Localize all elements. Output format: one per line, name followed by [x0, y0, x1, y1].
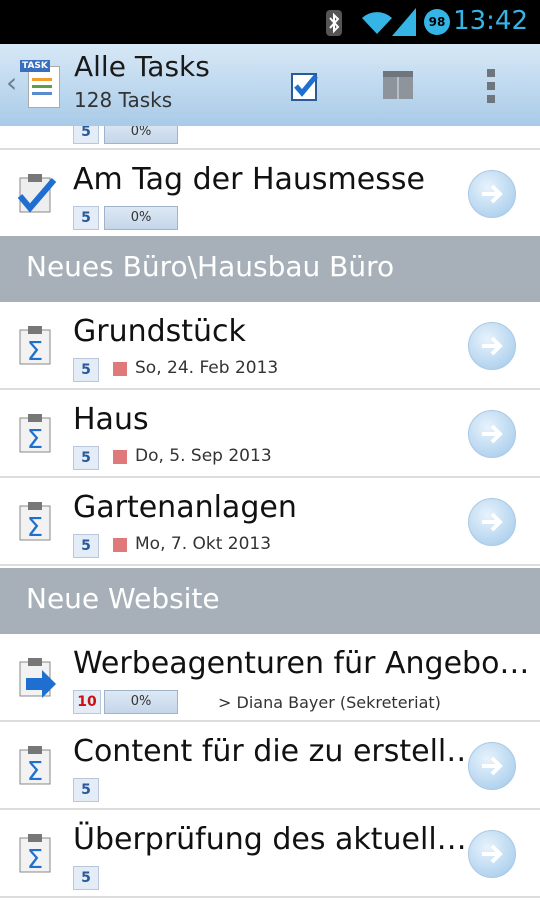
svg-text:Σ: Σ	[27, 845, 43, 875]
task-title: Werbeagenturen für Angebo…	[73, 646, 530, 681]
arrow-right-icon	[482, 336, 503, 356]
task-sum-icon: Σ	[19, 414, 51, 455]
priority-badge: 5	[73, 534, 99, 558]
arrow-right-icon	[482, 184, 503, 204]
svg-text:Σ: Σ	[27, 757, 43, 787]
open-task-button[interactable]	[468, 322, 516, 370]
task-title: Überprüfung des aktuell…	[73, 822, 467, 857]
app-logo: TASK	[20, 60, 62, 108]
action-bar: ‹ TASK Alle Tasks 128 Tasks	[0, 44, 540, 127]
list-item[interactable]: Σ Content für die zu erstell… 5	[0, 722, 540, 810]
svg-text:Σ: Σ	[27, 425, 43, 455]
arrow-right-icon	[482, 512, 503, 532]
assignee: > Diana Bayer (Sekreteriat)	[218, 693, 441, 712]
chevron-left-icon: ‹	[6, 66, 18, 99]
status-time: 13:42	[453, 6, 528, 36]
due-date: Do, 5. Sep 2013	[135, 446, 272, 466]
task-count: 128 Tasks	[74, 88, 173, 112]
priority-badge: 5	[73, 778, 99, 802]
task-sum-icon: Σ	[19, 834, 51, 875]
due-date: Mo, 7. Okt 2013	[135, 534, 272, 554]
task-sum-icon: Σ	[19, 502, 51, 543]
due-date: So, 24. Feb 2013	[135, 358, 279, 378]
back-button[interactable]: ‹ TASK	[0, 44, 70, 126]
progress-bar: 0%	[104, 126, 178, 144]
open-task-button[interactable]	[468, 170, 516, 218]
list-item[interactable]: Werbeagenturen für Angebo… 10 0% > Diana…	[0, 634, 540, 722]
task-list: 5 0% Am Tag der Hausmesse 5 0% Neues Bür…	[0, 126, 540, 900]
priority-badge: 5	[73, 206, 99, 230]
open-task-button[interactable]	[468, 498, 516, 546]
open-task-button[interactable]	[468, 742, 516, 790]
battery-icon: 98	[424, 9, 450, 35]
task-sum-icon: Σ	[19, 746, 51, 787]
completed-task-icon	[17, 174, 56, 213]
progress-bar: 0%	[104, 206, 178, 230]
priority-badge: 10	[73, 690, 101, 714]
wifi-icon	[362, 12, 392, 34]
more-vert-icon	[487, 69, 495, 103]
arrow-right-icon	[482, 424, 503, 444]
svg-text:Σ: Σ	[27, 337, 43, 367]
due-date-marker	[113, 362, 127, 376]
bluetooth-icon	[326, 10, 342, 36]
progress-bar: 0%	[104, 690, 178, 714]
section-header: Neues Büro\Hausbau Büro	[0, 236, 540, 302]
due-date-marker	[113, 538, 127, 552]
task-title: Content für die zu erstell…	[73, 734, 477, 769]
status-bar: 98 13:42	[0, 0, 540, 44]
priority-badge: 5	[73, 446, 99, 470]
svg-text:Σ: Σ	[27, 513, 43, 543]
delegated-task-icon	[19, 658, 56, 698]
check-task-button[interactable]	[276, 58, 332, 114]
list-item[interactable]: Σ Gartenanlagen 5 Mo, 7. Okt 2013	[0, 478, 540, 566]
priority-badge: 5	[73, 126, 99, 144]
task-title: Grundstück	[73, 314, 246, 349]
list-item[interactable]: Σ Grundstück 5 So, 24. Feb 2013	[0, 302, 540, 390]
layout-icon	[383, 71, 413, 99]
list-item[interactable]: Am Tag der Hausmesse 5 0%	[0, 150, 540, 238]
priority-badge: 5	[73, 358, 99, 382]
task-title: Gartenanlagen	[73, 490, 297, 525]
list-item[interactable]: Σ Überprüfung des aktuell… 5	[0, 810, 540, 898]
task-sum-icon: Σ	[19, 326, 51, 367]
layout-button[interactable]	[370, 58, 426, 114]
arrow-right-icon	[482, 844, 503, 864]
overflow-menu-button[interactable]	[470, 58, 514, 114]
list-item[interactable]: Σ Haus 5 Do, 5. Sep 2013	[0, 390, 540, 478]
arrow-right-icon	[482, 756, 503, 776]
open-task-button[interactable]	[468, 410, 516, 458]
priority-badge: 5	[73, 866, 99, 890]
section-header: Neue Website	[0, 568, 540, 634]
task-title: Am Tag der Hausmesse	[73, 162, 425, 197]
signal-icon	[392, 8, 416, 36]
open-task-button[interactable]	[468, 830, 516, 878]
task-title: Haus	[73, 402, 149, 437]
page-title: Alle Tasks	[74, 50, 210, 83]
due-date-marker	[113, 450, 127, 464]
checkbox-icon	[291, 73, 318, 101]
list-item[interactable]: 5 0%	[0, 126, 540, 150]
